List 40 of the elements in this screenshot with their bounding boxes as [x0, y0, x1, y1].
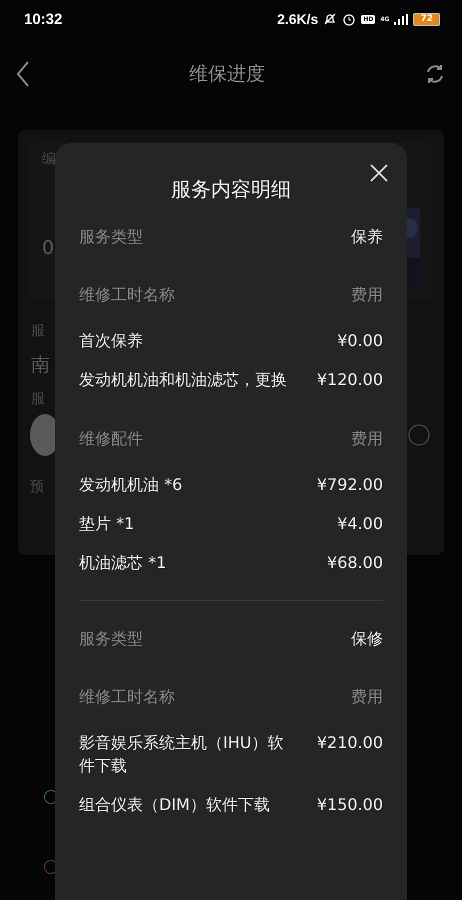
phone-icon[interactable]: [408, 424, 430, 446]
service-label: 服: [31, 322, 45, 340]
service-type-value: 保养: [351, 226, 383, 248]
signal-icon: [394, 14, 408, 24]
battery-level: 72: [413, 12, 440, 26]
item-price: ¥210.00: [316, 732, 383, 754]
item-price: ¥4.00: [337, 513, 383, 535]
item-price: ¥120.00: [316, 369, 383, 391]
item-price: ¥0.00: [337, 330, 383, 352]
column-header: 维修配件: [79, 428, 143, 450]
item-name: 发动机机油和机油滤芯，更换: [79, 369, 287, 391]
page-title: 维保进度: [189, 62, 265, 87]
item-name: 发动机机油 *6: [79, 474, 182, 496]
item-price: ¥792.00: [316, 474, 383, 496]
estimate-label: 预: [30, 478, 44, 496]
service-type-label: 服务类型: [79, 628, 143, 650]
column-header: 维修工时名称: [79, 686, 175, 708]
column-header: 费用: [351, 686, 383, 708]
store-name: 南: [31, 353, 51, 378]
column-header: 费用: [351, 428, 383, 450]
item-price: ¥150.00: [316, 794, 383, 816]
item-name: 组合仪表（DIM）软件下载: [79, 794, 270, 816]
alarm-icon: [342, 12, 356, 26]
item-name: 影音娱乐系统主机（IHU）软件下载: [79, 732, 284, 777]
service-type-value: 保修: [351, 628, 383, 650]
item-name: 首次保养: [79, 330, 143, 352]
column-header: 维修工时名称: [79, 284, 175, 306]
item-name: 垫片 *1: [79, 513, 134, 535]
advisor-label: 服: [31, 390, 45, 408]
order-number: 0: [42, 237, 54, 259]
column-header: 费用: [351, 284, 383, 306]
refresh-icon[interactable]: [424, 63, 446, 85]
item-name: 机油滤芯 *1: [79, 552, 166, 574]
item-price: ¥68.00: [327, 552, 383, 574]
clock-time: 10:32: [24, 10, 62, 28]
service-type-label: 服务类型: [79, 226, 143, 248]
dialog-title: 服务内容明细: [171, 177, 291, 201]
network-speed: 2.6K/s: [277, 11, 318, 27]
bell-off-icon: [323, 12, 338, 26]
back-icon[interactable]: [16, 61, 30, 87]
